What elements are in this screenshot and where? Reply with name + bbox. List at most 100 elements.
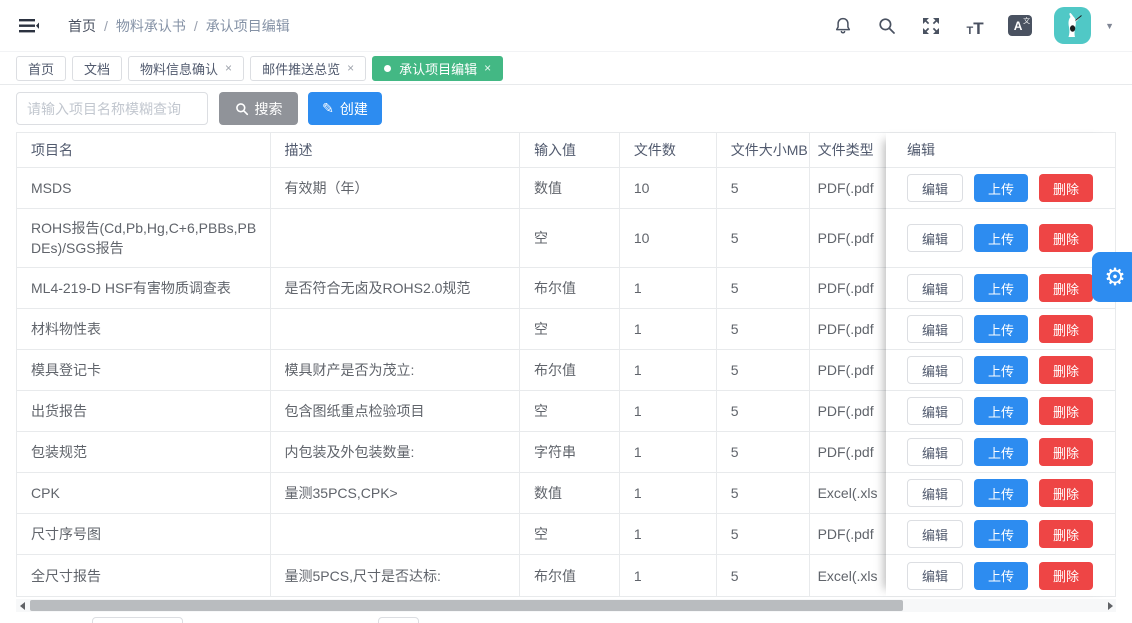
translate-icon[interactable]: A文	[1008, 15, 1032, 36]
create-button[interactable]: ✎ 创建	[308, 92, 382, 125]
cell-input_type: 布尔值	[520, 350, 620, 390]
cell-file_count: 1	[620, 391, 717, 431]
delete-button[interactable]: 删除	[1039, 174, 1093, 202]
tab-close-icon[interactable]: ×	[484, 62, 491, 74]
cell-file_size: 5	[717, 350, 810, 390]
upload-button[interactable]: 上传	[974, 174, 1028, 202]
active-tab-dot-icon	[384, 65, 391, 72]
scrollbar-track[interactable]	[28, 599, 1104, 612]
tab-item[interactable]: 邮件推送总览×	[250, 56, 366, 81]
settings-panel-button[interactable]: ⚙	[1092, 252, 1132, 302]
notification-bell-icon[interactable]	[832, 15, 854, 37]
breadcrumb-home[interactable]: 首页	[68, 16, 96, 36]
tab-item[interactable]: 物料信息确认 ×	[128, 56, 244, 81]
scroll-left-arrow[interactable]	[16, 599, 28, 612]
column-header-filecount: 文件数	[620, 133, 717, 167]
delete-button[interactable]: 删除	[1039, 274, 1093, 302]
approval-items-table: 项目名 描述 输入值 文件数 文件大小MB 文件类型 MSDS有效期（年）数值1…	[16, 132, 1116, 597]
tab-close-icon[interactable]: ×	[225, 62, 232, 74]
cell-desc	[271, 514, 521, 554]
cell-file_count: 1	[620, 514, 717, 554]
row-actions: 编辑上传删除	[886, 432, 1115, 473]
cell-input_type: 空	[520, 391, 620, 431]
search-button[interactable]: 搜索	[219, 92, 298, 125]
tab-item[interactable]: 承认项目编辑×	[372, 56, 503, 81]
cell-file_size: 5	[717, 268, 810, 308]
delete-button[interactable]: 删除	[1039, 562, 1093, 590]
upload-button[interactable]: 上传	[974, 479, 1028, 507]
edit-button[interactable]: 编辑	[907, 274, 963, 302]
breadcrumb-current-page: 承认项目编辑	[206, 16, 290, 36]
delete-button[interactable]: 删除	[1039, 479, 1093, 507]
cell-name: ML4-219-D HSF有害物质调查表	[17, 268, 271, 308]
upload-button[interactable]: 上传	[974, 224, 1028, 252]
edit-button[interactable]: 编辑	[907, 224, 963, 252]
tab-close-icon[interactable]: ×	[347, 62, 354, 74]
page-size-select[interactable]	[92, 617, 183, 623]
column-header-filesize: 文件大小MB	[717, 133, 810, 167]
cell-input_type: 空	[520, 209, 620, 267]
fullscreen-icon[interactable]	[920, 15, 942, 37]
delete-button[interactable]: 删除	[1039, 520, 1093, 548]
breadcrumb-separator: /	[194, 18, 198, 34]
upload-button[interactable]: 上传	[974, 356, 1028, 384]
cell-input_type: 字符串	[520, 432, 620, 472]
upload-button[interactable]: 上传	[974, 274, 1028, 302]
fixed-col-body: 编辑上传删除编辑上传删除编辑上传删除编辑上传删除编辑上传删除编辑上传删除编辑上传…	[886, 168, 1115, 596]
row-actions: 编辑上传删除	[886, 391, 1115, 432]
edit-button[interactable]: 编辑	[907, 479, 963, 507]
tab-item[interactable]: 文档	[72, 56, 122, 81]
column-header-name: 项目名	[17, 133, 271, 167]
edit-button[interactable]: 编辑	[907, 562, 963, 590]
upload-button[interactable]: 上传	[974, 438, 1028, 466]
scrollbar-thumb[interactable]	[30, 600, 903, 611]
cell-desc	[271, 209, 521, 267]
delete-button[interactable]: 删除	[1039, 397, 1093, 425]
font-size-icon[interactable]: TT	[964, 15, 986, 37]
pagination-button[interactable]	[378, 617, 419, 623]
edit-button[interactable]: 编辑	[907, 174, 963, 202]
cell-file_size: 5	[717, 209, 810, 267]
upload-button[interactable]: 上传	[974, 397, 1028, 425]
upload-button[interactable]: 上传	[974, 562, 1028, 590]
tab-label: 物料信息确认	[140, 59, 218, 78]
breadcrumb: 首页 / 物料承认书 / 承认项目编辑	[68, 16, 290, 36]
edit-button[interactable]: 编辑	[907, 438, 963, 466]
cell-file_count: 1	[620, 432, 717, 472]
row-actions: 编辑上传删除	[886, 473, 1115, 514]
fixed-action-column: 编辑 编辑上传删除编辑上传删除编辑上传删除编辑上传删除编辑上传删除编辑上传删除编…	[886, 133, 1115, 596]
chevron-down-icon[interactable]: ▼	[1105, 21, 1114, 31]
cell-input_type: 数值	[520, 168, 620, 208]
upload-button[interactable]: 上传	[974, 315, 1028, 343]
search-icon[interactable]	[876, 15, 898, 37]
cell-file_count: 1	[620, 473, 717, 513]
edit-button[interactable]: 编辑	[907, 356, 963, 384]
column-header-desc: 描述	[271, 133, 521, 167]
search-input[interactable]	[16, 92, 208, 125]
edit-button[interactable]: 编辑	[907, 520, 963, 548]
delete-button[interactable]: 删除	[1039, 356, 1093, 384]
horizontal-scrollbar	[16, 599, 1116, 612]
gear-icon: ⚙	[1104, 265, 1126, 289]
scroll-right-arrow[interactable]	[1104, 599, 1116, 612]
edit-button[interactable]: 编辑	[907, 315, 963, 343]
avatar[interactable]	[1054, 7, 1091, 44]
upload-button[interactable]: 上传	[974, 520, 1028, 548]
app-header: 首页 / 物料承认书 / 承认项目编辑 TT	[0, 0, 1132, 52]
delete-button[interactable]: 删除	[1039, 438, 1093, 466]
tab-label: 文档	[84, 59, 110, 78]
edit-button[interactable]: 编辑	[907, 397, 963, 425]
breadcrumb-material-approval[interactable]: 物料承认书	[116, 16, 186, 36]
cell-file_size: 5	[717, 309, 810, 349]
search-button-label: 搜索	[255, 99, 283, 119]
delete-button[interactable]: 删除	[1039, 315, 1093, 343]
breadcrumb-separator: /	[104, 18, 108, 34]
sidebar-collapse-icon[interactable]	[18, 14, 42, 38]
cell-file_size: 5	[717, 473, 810, 513]
toolbar: 搜索 ✎ 创建	[0, 85, 1132, 125]
cell-input_type: 布尔值	[520, 268, 620, 308]
tab-item[interactable]: 首页	[16, 56, 66, 81]
cell-name: 尺寸序号图	[17, 514, 271, 554]
cell-desc	[271, 309, 521, 349]
delete-button[interactable]: 删除	[1039, 224, 1093, 252]
